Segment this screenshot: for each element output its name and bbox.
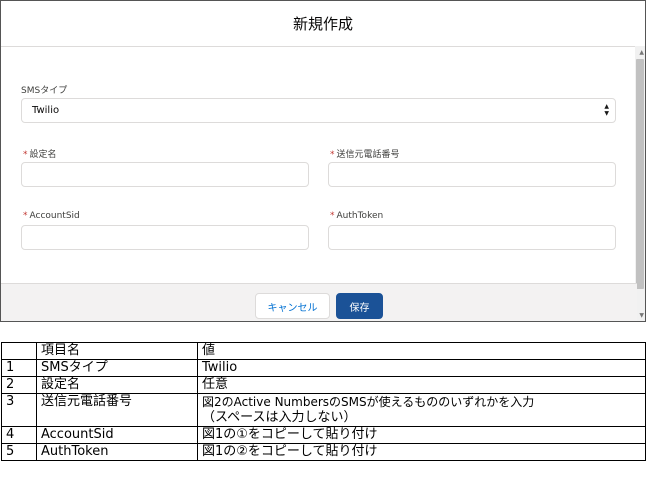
required-marker: *	[23, 150, 28, 160]
table-cell-no: 5	[1, 443, 37, 461]
table-header-cell: 値	[197, 342, 646, 360]
auth-token-input[interactable]	[328, 225, 616, 250]
table-cell-value: 図2のActive NumbersのSMSが使えるもののいずれかを入力 （スペース…	[197, 393, 646, 427]
table-header-cell: 項目名	[36, 342, 198, 360]
sms-type-value: Twilio	[32, 105, 60, 116]
modal-header: 新規作成	[1, 1, 645, 47]
sender-phone-input[interactable]	[328, 162, 616, 187]
sms-type-select[interactable]: Twilio ▲ ▼	[21, 98, 616, 123]
table-row: 2 設定名 任意	[1, 376, 646, 394]
setting-name-label: * 設定名	[23, 150, 57, 160]
setting-name-input[interactable]	[21, 162, 309, 187]
modal-footer: キャンセル 保存	[1, 283, 637, 321]
table-cell-item: 設定名	[36, 376, 198, 394]
modal-body: SMSタイプ Twilio ▲ ▼ * 設定名 * 送信元電話番号 * AccountS…	[1, 47, 645, 283]
account-sid-input[interactable]	[21, 225, 309, 250]
table-cell-item: AuthToken	[36, 443, 198, 461]
modal-title: 新規作成	[292, 15, 353, 33]
scroll-up-icon[interactable]: ▲	[639, 49, 644, 56]
table-row: 4 AccountSid 図1の①をコピーして貼り付け	[1, 426, 646, 444]
sender-phone-label: * 送信元電話番号	[330, 150, 400, 160]
required-marker: *	[330, 150, 335, 160]
table-cell-item: SMSタイプ	[36, 359, 198, 377]
table-cell-no: 1	[1, 359, 37, 377]
required-marker: *	[330, 211, 335, 221]
table-row: 3 送信元電話番号 図2のActive NumbersのSMSが使えるもののいず…	[1, 393, 646, 427]
table-cell-no: 4	[1, 426, 37, 444]
cancel-button[interactable]: キャンセル	[255, 293, 330, 319]
new-record-modal: 新規作成 SMSタイプ Twilio ▲ ▼ * 設定名 * 送信元電話番号 * Acc…	[0, 0, 646, 322]
sms-type-label: SMSタイプ	[21, 86, 68, 96]
table-cell-value-line: 図2のActive NumbersのSMSが使えるもののいずれかを入力	[202, 395, 535, 409]
table-header-row: 項目名 値	[1, 342, 646, 360]
table-row: 1 SMSタイプ Twilio	[1, 359, 646, 377]
table-cell-item: 送信元電話番号	[36, 393, 198, 427]
table-cell-no: 2	[1, 376, 37, 394]
auth-token-label: * AuthToken	[330, 211, 384, 221]
table-header-cell	[1, 342, 37, 360]
table-cell-value: Twilio	[197, 359, 646, 377]
table-cell-item: AccountSid	[36, 426, 198, 444]
table-cell-value: 任意	[197, 376, 646, 394]
required-marker: *	[23, 211, 28, 221]
table-cell-value: 図1の②をコピーして貼り付け	[197, 443, 646, 461]
table-cell-no: 3	[1, 393, 37, 427]
save-button[interactable]: 保存	[336, 293, 383, 319]
scroll-thumb[interactable]	[636, 59, 644, 289]
table-cell-value-line: （スペースは入力しない）	[202, 410, 357, 425]
settings-table: 項目名 値 1 SMSタイプ Twilio 2 設定名 任意 3 送信元電話番号…	[1, 342, 646, 461]
scroll-down-icon[interactable]: ▼	[639, 312, 644, 319]
account-sid-label: * AccountSid	[23, 211, 80, 221]
select-arrows-icon: ▲ ▼	[604, 103, 609, 117]
table-row: 5 AuthToken 図1の②をコピーして貼り付け	[1, 443, 646, 461]
table-cell-value: 図1の①をコピーして貼り付け	[197, 426, 646, 444]
